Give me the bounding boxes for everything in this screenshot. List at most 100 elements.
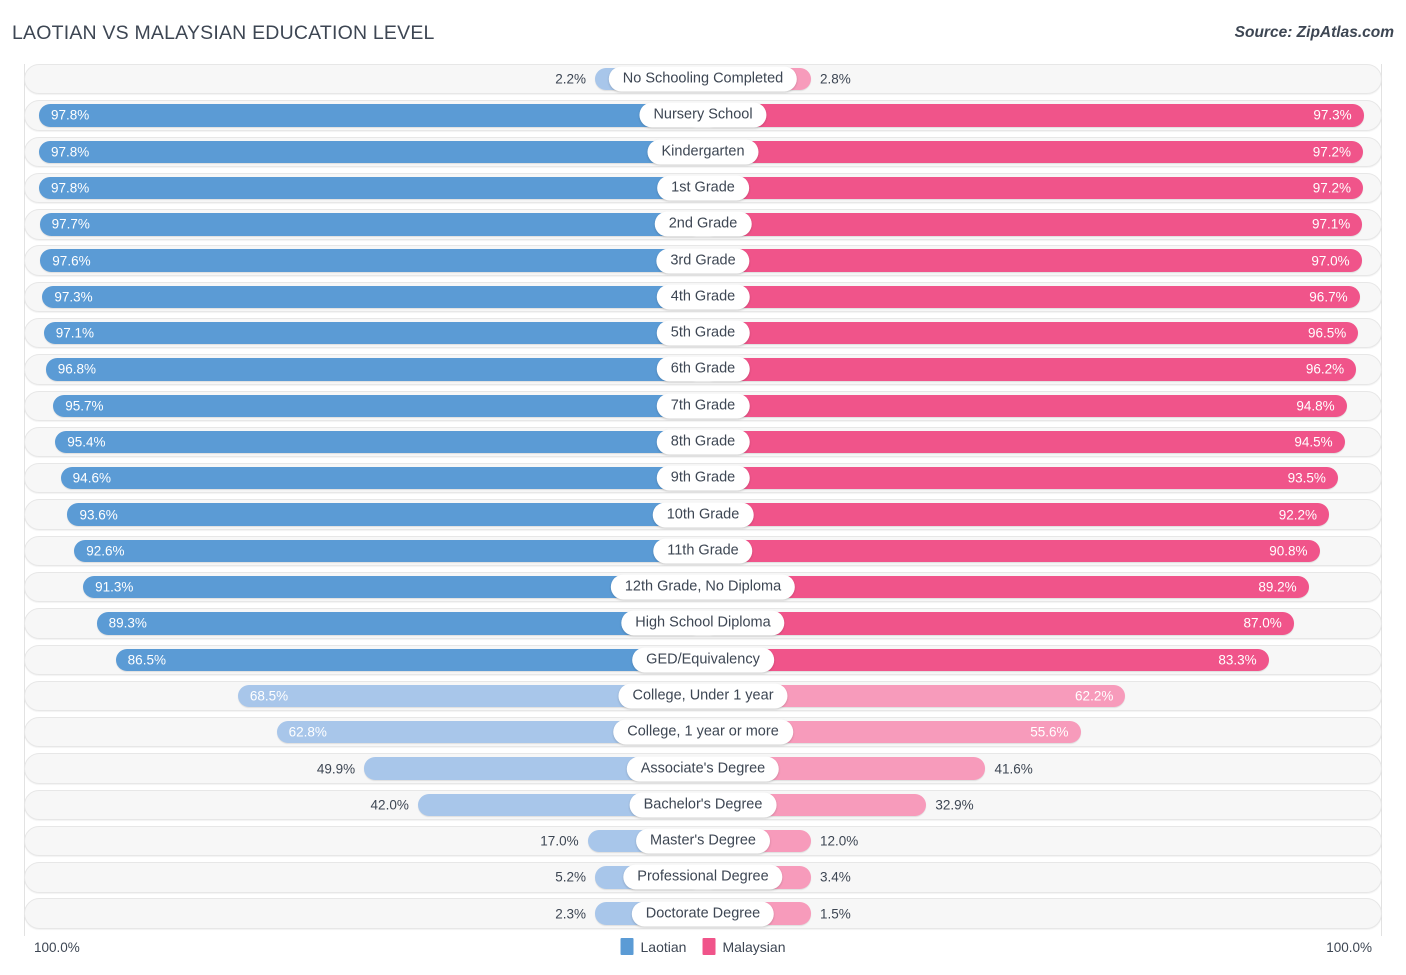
legend-item: Malaysian (702, 938, 785, 955)
bar-row-inner: 5.2% 3.4% Professional Degree (25, 863, 1381, 891)
bar-value-label: 41.6% (994, 760, 1033, 776)
bar-right: 96.5% (703, 321, 1359, 345)
bar-row-inner: 17.0% 12.0% Master's Degree (25, 827, 1381, 855)
bar-right: 94.8% (703, 394, 1347, 417)
bar-row: 97.8% 97.2% Kindergarten (24, 136, 1382, 167)
bar-value-label: 12.0% (820, 833, 859, 849)
category-label-pill: 6th Grade (656, 356, 750, 382)
bar-value-label: 68.5% (249, 688, 289, 704)
bar-half-left: 86.5% (115, 648, 703, 671)
bar-row-inner: 89.3% 87.0% High School Diploma (25, 609, 1381, 637)
bar-half-right: 93.5% (703, 467, 1338, 490)
bar-value-label: 94.8% (1296, 397, 1335, 413)
bar-row-inner: 97.8% 97.2% Kindergarten (25, 138, 1381, 166)
bar-row: 95.7% 94.8% 7th Grade (24, 390, 1382, 421)
bar-row-inner: 95.7% 94.8% 7th Grade (25, 392, 1381, 420)
bar-value-label: 95.4% (67, 434, 106, 450)
bar-value-label: 95.7% (65, 397, 104, 413)
bar-row-inner: 97.3% 96.7% 4th Grade (25, 283, 1381, 311)
bar-right: 90.8% (703, 539, 1320, 563)
bar-row-inner: 93.6% 92.2% 10th Grade (25, 500, 1381, 528)
bar-half-right: 90.8% (703, 539, 1320, 563)
bar-row: 96.8% 96.2% 6th Grade (24, 354, 1382, 385)
bar-row: 97.6% 97.0% 3rd Grade (24, 245, 1382, 276)
legend-label: Malaysian (722, 938, 786, 955)
axis-max-right: 100.0% (1326, 940, 1372, 955)
bar-half-right: 97.2% (703, 176, 1363, 200)
bar-row-inner: 92.6% 90.8% 11th Grade (25, 537, 1381, 565)
bar-value-label: 97.7% (51, 216, 90, 232)
bar-half-left: 89.3% (96, 612, 703, 635)
bar-half-left: 97.8% (38, 140, 703, 163)
bar-row: 91.3% 89.2% 12th Grade, No Diploma (24, 571, 1382, 603)
legend-item: Laotian (620, 938, 687, 955)
category-label-pill: Associate's Degree (626, 756, 780, 782)
bar-left: 96.8% (45, 358, 703, 381)
bar-value-label: 62.2% (1075, 688, 1114, 704)
category-label-pill: High School Diploma (621, 610, 785, 636)
bar-half-right: 94.5% (703, 430, 1345, 454)
legend-swatch-icon (620, 938, 634, 955)
axis-max-left: 100.0% (34, 940, 80, 955)
bar-value-label: 89.2% (1258, 579, 1297, 595)
bar-value-label: 5.2% (555, 869, 586, 885)
bar-value-label: 97.6% (52, 252, 91, 268)
bar-value-label: 96.2% (1305, 361, 1345, 377)
bar-value-label: 97.8% (50, 180, 90, 196)
bar-value-label: 97.1% (55, 325, 94, 341)
bar-row: 94.6% 93.5% 9th Grade (24, 463, 1382, 494)
category-label-pill: 12th Grade, No Diploma (610, 574, 796, 600)
bar-left: 93.6% (67, 503, 703, 526)
bar-row-inner: 96.8% 96.2% 6th Grade (25, 355, 1381, 383)
bar-value-label: 97.3% (1313, 107, 1352, 123)
bar-right: 97.0% (703, 249, 1362, 272)
bar-left: 97.8% (38, 176, 703, 200)
bar-value-label: 97.0% (1311, 252, 1350, 268)
bar-value-label: 94.5% (1294, 434, 1333, 450)
bar-value-label: 2.3% (555, 905, 586, 921)
category-label-pill: 5th Grade (656, 320, 750, 346)
bar-row-inner: 86.5% 83.3% GED/Equivalency (25, 646, 1381, 674)
bar-left: 97.8% (38, 140, 703, 163)
category-label-pill: 9th Grade (656, 465, 750, 491)
bar-half-right: 97.2% (703, 140, 1363, 163)
bar-right: 97.1% (703, 213, 1363, 236)
bar-left: 89.3% (96, 612, 703, 635)
bar-value-label: 93.6% (79, 506, 118, 522)
bar-row: 42.0% 32.9% Bachelor's Degree (24, 789, 1382, 821)
bar-row: 17.0% 12.0% Master's Degree (24, 825, 1382, 857)
category-label-pill: 10th Grade (652, 502, 754, 528)
legend-label: Laotian (640, 938, 687, 955)
bar-row-inner: 42.0% 32.9% Bachelor's Degree (25, 791, 1381, 819)
bar-half-left: 97.6% (40, 249, 703, 272)
category-label-pill: 4th Grade (656, 284, 750, 310)
bar-left: 97.6% (40, 249, 703, 272)
category-label-pill: Nursery School (639, 102, 767, 128)
category-label-pill: College, 1 year or more (613, 719, 793, 745)
page-title: LAOTIAN VS MALAYSIAN EDUCATION LEVEL (12, 22, 435, 44)
bar-value-label: 83.3% (1218, 651, 1257, 667)
bar-half-left: 97.8% (38, 176, 703, 200)
bar-value-label: 92.2% (1278, 506, 1318, 522)
bar-row: 5.2% 3.4% Professional Degree (24, 862, 1382, 893)
bar-value-label: 90.8% (1269, 543, 1308, 559)
bar-left: 94.6% (60, 467, 703, 490)
category-label-pill: GED/Equivalency (632, 647, 774, 673)
bar-half-right: 83.3% (703, 648, 1269, 671)
chart-legend: Laotian Malaysian (620, 938, 785, 955)
bar-half-left: 97.1% (43, 321, 703, 345)
bar-value-label: 49.9% (316, 760, 356, 776)
category-label-pill: 8th Grade (656, 429, 750, 455)
bar-right: 93.5% (703, 467, 1338, 490)
bar-value-label: 96.5% (1307, 325, 1347, 341)
category-label-pill: Master's Degree (636, 828, 770, 854)
chart-header: LAOTIAN VS MALAYSIAN EDUCATION LEVEL Sou… (0, 0, 1406, 56)
bar-half-right: 87.0% (703, 612, 1294, 635)
bar-right: 83.3% (703, 648, 1269, 671)
bar-row: 97.8% 97.3% Nursery School (24, 100, 1382, 131)
legend-swatch-icon (702, 938, 716, 955)
bar-left: 95.4% (55, 430, 703, 454)
category-label-pill: Bachelor's Degree (629, 792, 777, 818)
chart-plot-area: 2.2% 2.8% No Schooling Completed 97.8% 97.3%… (24, 64, 1382, 936)
bar-right: 97.2% (703, 140, 1363, 163)
